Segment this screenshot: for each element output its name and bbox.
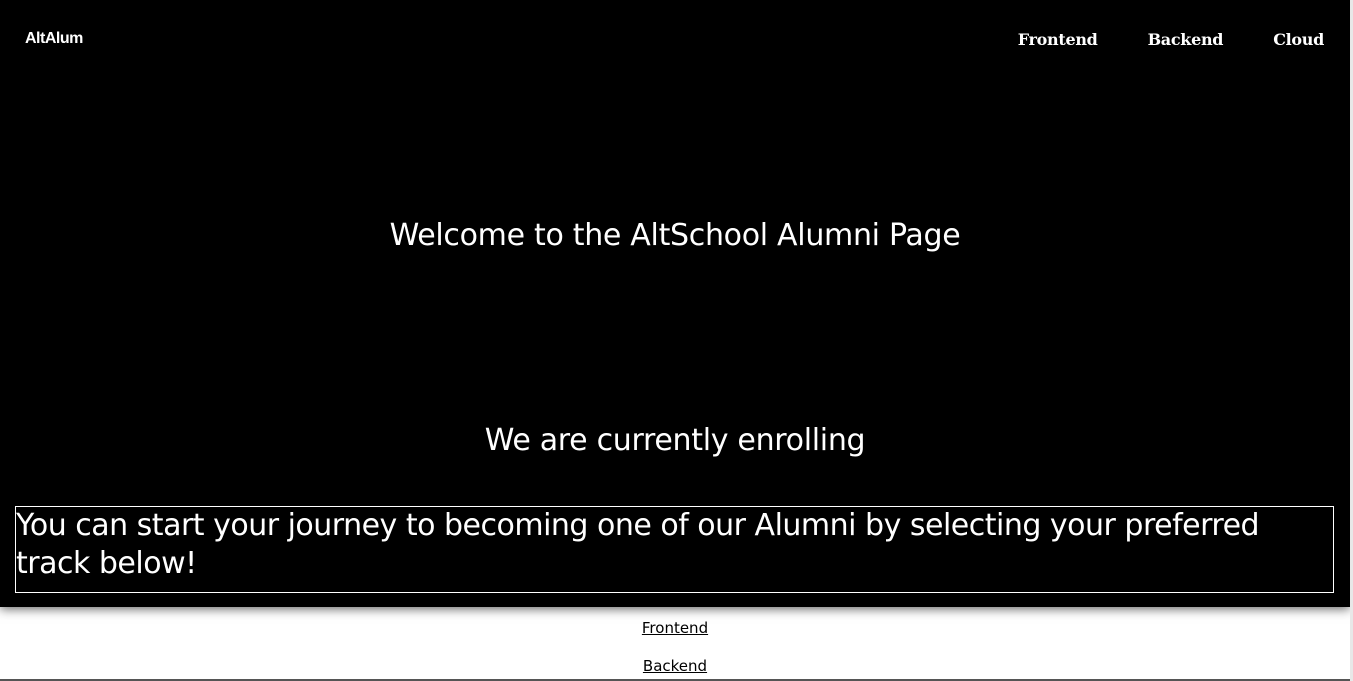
journey-text-box: You can start your journey to becoming o… [15,506,1334,593]
nav-link-frontend[interactable]: Frontend [1018,30,1098,50]
track-link-frontend[interactable]: Frontend [0,618,1350,638]
hero-section: AltAlum Frontend Backend Cloud Welcome t… [0,0,1350,607]
nav-link-backend[interactable]: Backend [1148,30,1224,50]
top-nav: Frontend Backend Cloud [1018,30,1325,50]
welcome-heading: Welcome to the AltSchool Alumni Page [389,218,961,253]
brand-logo-link[interactable]: AltAlum [25,30,83,48]
track-link-backend[interactable]: Backend [0,656,1350,676]
enrolling-heading: We are currently enrolling [484,423,866,458]
track-links: Frontend Backend [0,618,1350,681]
nav-link-cloud[interactable]: Cloud [1273,30,1324,50]
page: AltAlum Frontend Backend Cloud Welcome t… [0,0,1353,681]
